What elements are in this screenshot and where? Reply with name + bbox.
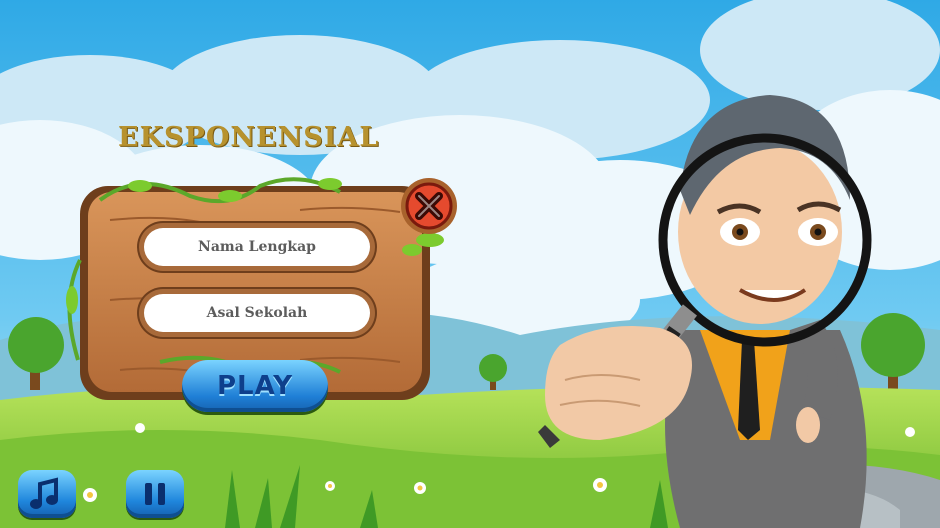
pause-icon — [145, 483, 165, 505]
school-field-placeholder: Asal Sekolah — [206, 305, 308, 321]
play-button-label: PLAY — [216, 371, 294, 401]
close-button[interactable] — [396, 176, 466, 246]
music-button[interactable] — [18, 470, 76, 518]
background-scene — [0, 0, 940, 528]
name-field-placeholder: Nama Lengkap — [198, 239, 316, 255]
game-title: EKSPONENSIAL — [118, 122, 380, 153]
school-field[interactable]: Asal Sekolah — [144, 294, 370, 332]
pause-button[interactable] — [126, 470, 184, 518]
name-field[interactable]: Nama Lengkap — [144, 228, 370, 266]
music-icon — [30, 477, 58, 509]
play-button[interactable]: PLAY — [182, 360, 328, 412]
